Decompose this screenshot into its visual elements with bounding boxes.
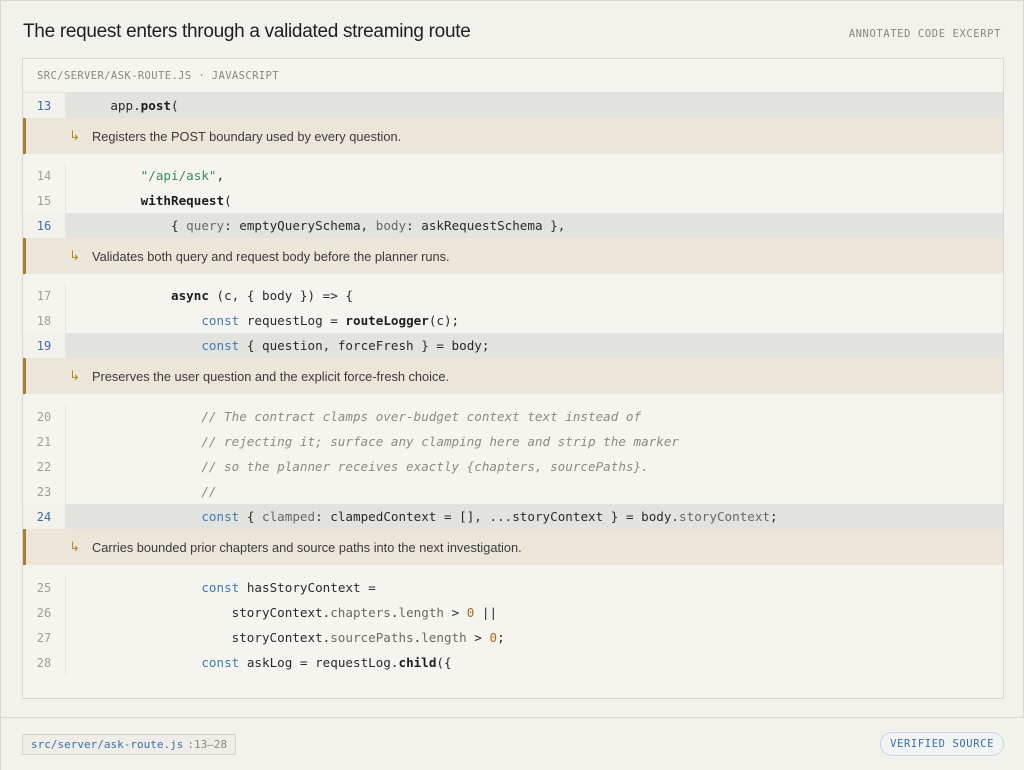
annotation-1: ↳ Registers the POST boundary used by ev… xyxy=(23,118,1003,154)
return-arrow-icon: ↳ xyxy=(69,248,80,264)
code-comment: // so the planner receives exactly {chap… xyxy=(80,459,649,474)
code-comment: // xyxy=(80,484,217,499)
source-path-chip[interactable]: src/server/ask-route.js :13–28 xyxy=(22,734,237,755)
code-text: app.post( xyxy=(80,98,179,113)
code-text: "/api/ask", xyxy=(140,168,225,183)
line-number: 22 xyxy=(23,454,66,479)
annotation-text: Registers the POST boundary used by ever… xyxy=(92,128,402,144)
line-number: 14 xyxy=(23,163,66,188)
line-number: 28 xyxy=(23,650,66,675)
source-path[interactable]: src/server/ask-route.js xyxy=(31,738,183,751)
code-line-24: 24 const { clamped: clampedContext = [],… xyxy=(23,504,1003,529)
code-line-20: 20 // The contract clamps over-budget co… xyxy=(23,404,1003,429)
code-line-18: 18 const requestLog = routeLogger(c); xyxy=(23,308,1003,333)
annotation-4: ↳ Carries bounded prior chapters and sou… xyxy=(23,529,1003,565)
annotation-text: Carries bounded prior chapters and sourc… xyxy=(92,539,522,555)
page-header: The request enters through a validated s… xyxy=(23,19,1001,45)
line-number: 16 xyxy=(23,213,66,238)
annotation-text: Preserves the user question and the expl… xyxy=(92,368,450,384)
verified-source-badge: VERIFIED SOURCE xyxy=(880,732,1004,756)
code-line-27: 27 storyContext.sourcePaths.length > 0; xyxy=(23,625,1003,650)
code-text: const hasStoryContext = xyxy=(201,580,376,595)
code-line-22: 22 // so the planner receives exactly {c… xyxy=(23,454,1003,479)
annotation-3: ↳ Preserves the user question and the ex… xyxy=(23,358,1003,394)
code-line-14: 14 "/api/ask", xyxy=(23,163,1003,188)
line-number: 25 xyxy=(23,575,66,600)
code-line-28: 28 const askLog = requestLog.child({ xyxy=(23,650,1003,675)
code-text: const askLog = requestLog.child({ xyxy=(201,655,452,670)
code-line-25: 25 const hasStoryContext = xyxy=(23,575,1003,600)
code-text: storyContext.chapters.length > 0 || xyxy=(80,605,498,620)
code-text: const requestLog = routeLogger(c); xyxy=(201,313,460,328)
code-line-19: 19 const { question, forceFresh } = body… xyxy=(23,333,1003,358)
line-range: :13–28 xyxy=(187,738,228,751)
code-comment: // The contract clamps over-budget conte… xyxy=(80,409,642,424)
page-footer: src/server/ask-route.js :13–28 VERIFIED … xyxy=(1,717,1024,770)
line-number: 13 xyxy=(23,93,66,118)
code-line-26: 26 storyContext.chapters.length > 0 || xyxy=(23,600,1003,625)
code-panel: SRC/SERVER/ASK-ROUTE.JS · JAVASCRIPT 13 … xyxy=(22,58,1004,699)
line-number: 20 xyxy=(23,404,66,429)
page-frame: The request enters through a validated s… xyxy=(0,0,1024,770)
code-text: withRequest( xyxy=(140,193,232,208)
line-number: 21 xyxy=(23,429,66,454)
line-number: 26 xyxy=(23,600,66,625)
code-text: async (c, { body }) => { xyxy=(171,288,353,303)
line-number: 27 xyxy=(23,625,66,650)
line-number: 17 xyxy=(23,283,66,308)
code-line-15: 15 withRequest( xyxy=(23,188,1003,213)
code-line-21: 21 // rejecting it; surface any clamping… xyxy=(23,429,1003,454)
return-arrow-icon: ↳ xyxy=(69,368,80,384)
code-text: const { clamped: clampedContext = [], ..… xyxy=(201,509,778,524)
return-arrow-icon: ↳ xyxy=(69,539,80,555)
line-number: 24 xyxy=(23,504,66,529)
return-arrow-icon: ↳ xyxy=(69,128,80,144)
line-number: 23 xyxy=(23,479,66,504)
code-text: storyContext.sourcePaths.length > 0; xyxy=(80,630,505,645)
code-line-23: 23 // xyxy=(23,479,1003,504)
line-number: 18 xyxy=(23,308,66,333)
file-label: SRC/SERVER/ASK-ROUTE.JS · JAVASCRIPT xyxy=(23,59,1003,93)
annotation-2: ↳ Validates both query and request body … xyxy=(23,238,1003,274)
code-text: const { question, forceFresh } = body; xyxy=(201,338,490,353)
code-line-16: 16 { query: emptyQuerySchema, body: askR… xyxy=(23,213,1003,238)
code-line-17: 17 async (c, { body }) => { xyxy=(23,283,1003,308)
code-comment: // rejecting it; surface any clamping he… xyxy=(80,434,679,449)
line-number: 15 xyxy=(23,188,66,213)
page-title: The request enters through a validated s… xyxy=(23,21,471,42)
line-number: 19 xyxy=(23,333,66,358)
code-text: { query: emptyQuerySchema, body: askRequ… xyxy=(80,218,566,233)
annotation-text: Validates both query and request body be… xyxy=(92,248,450,264)
excerpt-kind-label: ANNOTATED CODE EXCERPT xyxy=(848,28,1001,40)
code-line-13: 13 app.post( xyxy=(23,93,1003,118)
